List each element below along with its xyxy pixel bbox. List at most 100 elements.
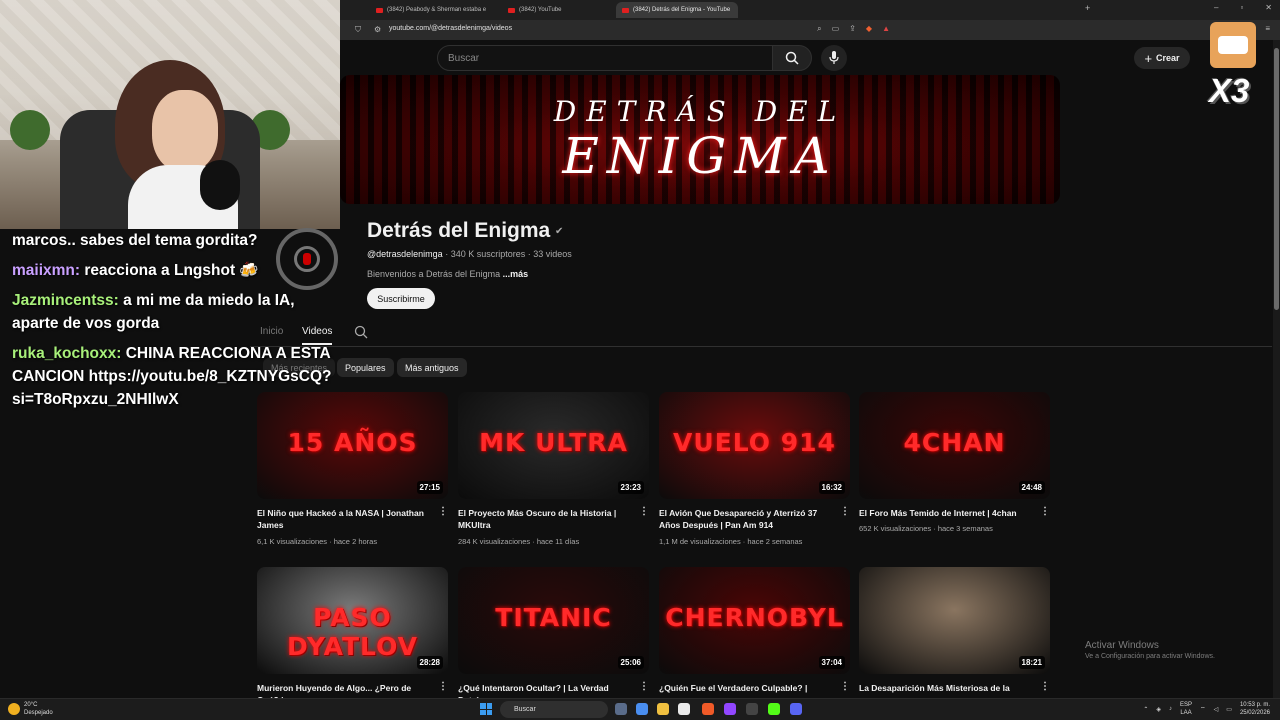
more-options-icon[interactable]: ⋮ — [840, 681, 850, 692]
video-title[interactable]: ¿Quién Fue el Verdadero Culpable? | — [659, 682, 837, 694]
browser-tab[interactable]: (3842) YouTube — [502, 2, 620, 18]
new-tab-button[interactable]: + — [1085, 3, 1090, 13]
address-actions: ⌕ ▭ ⇪ ◆ ▲ — [817, 24, 890, 34]
wifi-icon[interactable]: ⌔ — [1200, 705, 1206, 713]
browser-tab[interactable]: (3842) Peabody & Sherman estaba e — [370, 2, 488, 18]
banner-title-line2: ENIGMA — [562, 127, 838, 185]
meta-separator: · — [327, 537, 334, 546]
share-icon[interactable]: ⇪ — [849, 24, 856, 34]
video-meta: 652 K visualizaciones · hace 3 semanas — [859, 524, 993, 533]
thumbnail-text: PASO DYATLOV — [286, 603, 419, 661]
close-window-icon[interactable]: ✕ — [1265, 3, 1272, 12]
start-button[interactable] — [480, 703, 492, 715]
minimize-icon[interactable]: – — [1214, 3, 1218, 12]
page-scrollbar[interactable] — [1273, 40, 1280, 698]
stream-logo-icon — [276, 228, 338, 290]
video-thumbnail[interactable]: VUELO 914 16:32 — [659, 392, 850, 499]
channel-meta: @detrasdelenimga · 340 K suscriptores · … — [367, 249, 572, 259]
maximize-icon[interactable]: ▫ — [1240, 3, 1243, 12]
search-input[interactable]: Buscar — [437, 45, 773, 71]
thumbnail-text: TITANIC — [495, 603, 612, 632]
thumbnail-text: 4CHAN — [903, 428, 1006, 457]
more-options-icon[interactable]: ⋮ — [639, 681, 649, 692]
more-options-icon[interactable]: ⋮ — [1040, 506, 1050, 517]
tab-label: (3842) Detrás del Enigma - YouTube — [633, 7, 731, 13]
video-thumbnail[interactable]: CHERNOBYL 37:04 — [659, 567, 850, 674]
cast-icon[interactable]: ▭ — [832, 24, 840, 34]
scrollbar-thumb[interactable] — [1274, 48, 1279, 310]
video-thumbnail[interactable]: 18:21 — [859, 567, 1050, 674]
kick-icon[interactable] — [768, 703, 780, 715]
video-title[interactable]: El Avión Que Desapareció y Aterrizó 37 A… — [659, 507, 837, 531]
chip-popular[interactable]: Populares — [337, 358, 394, 377]
battery-icon[interactable]: ▭ — [1226, 706, 1232, 713]
network-icon[interactable]: ◈ — [1156, 706, 1161, 713]
obs-icon[interactable] — [746, 703, 758, 715]
language-indicator[interactable]: ESP LAA — [1180, 701, 1192, 717]
channel-description[interactable]: Bienvenidos a Detrás del Enigma ...más — [367, 269, 528, 279]
create-button[interactable]: + Crear — [1134, 47, 1190, 69]
thumbnail-text: CHERNOBYL — [665, 603, 844, 632]
activation-subtitle: Ve a Configuración para activar Windows. — [1085, 653, 1215, 660]
tab-label: (3842) Peabody & Sherman estaba e — [387, 7, 487, 13]
edge-icon[interactable] — [636, 703, 648, 715]
zoom-icon[interactable]: ⌕ — [817, 24, 821, 34]
volume-icon[interactable]: ♪ — [1169, 706, 1172, 712]
more-options-icon[interactable]: ⋮ — [438, 506, 448, 517]
upload-age: hace 2 horas — [333, 537, 378, 546]
site-info-icon[interactable]: ⚙ — [374, 25, 381, 34]
file-explorer-icon[interactable] — [657, 703, 669, 715]
view-count: 284 K visualizaciones — [458, 537, 531, 546]
view-count: 1,1 M de visualizaciones — [659, 537, 741, 546]
streamer-face — [152, 90, 218, 172]
chip-oldest[interactable]: Más antiguos — [397, 358, 467, 377]
video-title[interactable]: El Foro Más Temido de Internet | 4chan — [859, 507, 1037, 519]
brave-shield-icon[interactable]: ◆ — [866, 24, 872, 34]
taskbar-search[interactable]: Buscar — [500, 701, 608, 718]
twitch-icon[interactable] — [724, 703, 736, 715]
more-link[interactable]: ...más — [503, 269, 529, 279]
channel-search-icon[interactable] — [354, 325, 368, 339]
brave-icon[interactable] — [702, 703, 714, 715]
more-options-icon[interactable]: ⋮ — [840, 506, 850, 517]
video-title[interactable]: El Proyecto Más Oscuro de la Historia | … — [458, 507, 636, 531]
chat-user: ruka_kochoxx: — [12, 345, 122, 362]
menu-icon[interactable]: ≡ — [1265, 24, 1270, 33]
plant-decoration — [10, 110, 50, 150]
video-duration: 25:06 — [617, 656, 644, 669]
notepad-icon[interactable] — [678, 703, 690, 715]
video-count: 33 videos — [533, 249, 572, 259]
clock[interactable]: 10:53 p. m. 25/02/2026 — [1240, 701, 1270, 717]
bookmark-icon[interactable]: ⛉ — [355, 25, 361, 35]
browser-tab-active[interactable]: (3842) Detrás del Enigma - YouTube ✕ — [616, 2, 738, 18]
search-icon — [785, 51, 799, 65]
video-thumbnail[interactable]: MK ULTRA 23:23 — [458, 392, 649, 499]
upload-age: hace 3 semanas — [937, 524, 993, 533]
channel-handle: @detrasdelenimga — [367, 249, 443, 259]
video-thumbnail[interactable]: PASO DYATLOV 28:28 — [257, 567, 448, 674]
video-duration: 18:21 — [1018, 656, 1045, 669]
video-duration: 37:04 — [818, 656, 845, 669]
url-field[interactable]: youtube.com/@detrasdelenimga/videos — [389, 25, 512, 32]
speaker-icon[interactable]: ◁ — [1214, 706, 1219, 713]
tray-arrow-icon[interactable]: ⌃ — [1143, 706, 1148, 713]
video-title[interactable]: La Desaparición Más Misteriosa de la — [859, 682, 1037, 694]
rewards-icon[interactable]: ▲ — [882, 24, 890, 34]
subscribe-button[interactable]: Suscribirme — [367, 288, 435, 309]
meta-separator: · — [530, 537, 537, 546]
weather-widget[interactable]: 20°C Despejado — [8, 701, 53, 717]
video-duration: 24:48 — [1018, 481, 1045, 494]
more-options-icon[interactable]: ⋮ — [639, 506, 649, 517]
more-options-icon[interactable]: ⋮ — [438, 681, 448, 692]
video-title[interactable]: El Niño que Hackeó a la NASA | Jonathan … — [257, 507, 435, 531]
voice-search-button[interactable] — [821, 45, 847, 71]
search-button[interactable] — [772, 45, 812, 71]
channel-name: Detrás del Enigma — [367, 219, 551, 242]
task-view-icon[interactable] — [615, 703, 627, 715]
discord-icon[interactable] — [790, 703, 802, 715]
video-thumbnail[interactable]: 4CHAN 24:48 — [859, 392, 1050, 499]
video-thumbnail[interactable]: TITANIC 25:06 — [458, 567, 649, 674]
more-options-icon[interactable]: ⋮ — [1040, 681, 1050, 692]
youtube-icon — [622, 7, 629, 13]
microphone — [200, 160, 240, 210]
